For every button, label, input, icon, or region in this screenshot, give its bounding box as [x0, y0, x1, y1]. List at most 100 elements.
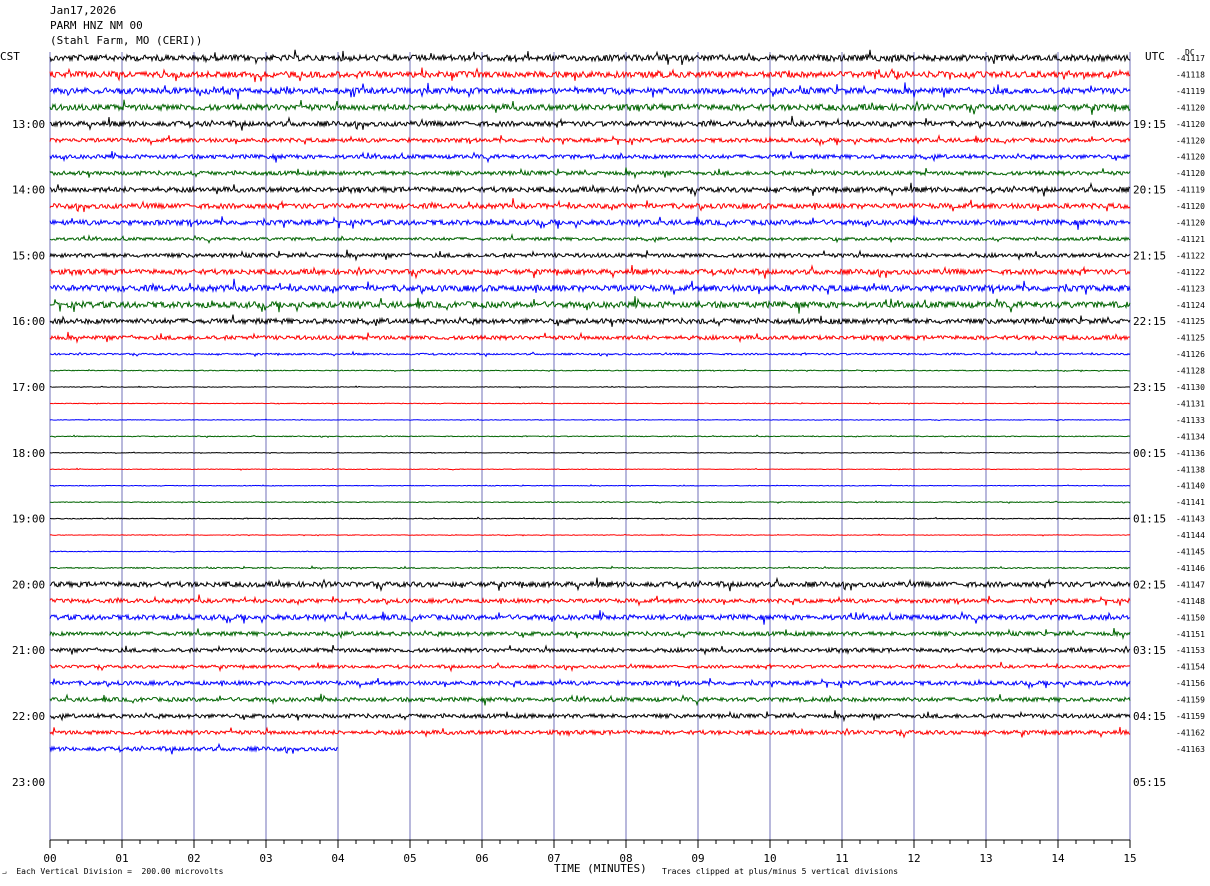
seismic-trace — [49, 576, 1131, 593]
x-tick-label: 02 — [187, 852, 200, 865]
dc-offset-label: -41153 — [1176, 646, 1205, 655]
dc-offset-label: -41144 — [1176, 531, 1205, 540]
dc-offset-label: -41120 — [1176, 219, 1205, 228]
cst-hour-label: 23:00 — [12, 776, 45, 789]
dc-offset-label: -41154 — [1176, 663, 1205, 672]
dc-offset-label: -41134 — [1176, 432, 1205, 441]
seismic-trace — [49, 434, 1131, 439]
seismic-trace — [49, 233, 1131, 244]
x-axis-title: TIME (MINUTES) — [554, 862, 647, 875]
dc-offset-label: -41159 — [1176, 712, 1205, 721]
seismic-trace — [49, 215, 1131, 230]
dc-offset-label: -41125 — [1176, 317, 1205, 326]
dc-offset-label: -41120 — [1176, 153, 1205, 162]
dc-offset-label: -41117 — [1176, 54, 1205, 63]
seismic-trace — [49, 677, 1131, 690]
dc-offset-label: -41138 — [1176, 465, 1205, 474]
seismic-trace — [49, 500, 1131, 504]
seismic-trace — [49, 181, 1131, 198]
cst-hour-label: 21:00 — [12, 644, 45, 657]
seismic-trace — [49, 628, 1131, 641]
dc-offset-label: -41120 — [1176, 103, 1205, 112]
seismic-trace — [49, 451, 1131, 455]
x-tick-label: 13 — [979, 852, 992, 865]
x-tick-label: 11 — [835, 852, 848, 865]
seismic-trace — [49, 115, 1131, 131]
utc-hour-label: 02:15 — [1133, 578, 1166, 591]
dc-offset-label: -41120 — [1176, 136, 1205, 145]
dc-offset-label: -41121 — [1176, 235, 1205, 244]
dc-offset-label: -41136 — [1176, 449, 1205, 458]
dc-offset-label: -41162 — [1176, 728, 1205, 737]
dc-offset-label: -41119 — [1176, 186, 1205, 195]
dc-offset-label: -41120 — [1176, 169, 1205, 178]
utc-hour-label: 22:15 — [1133, 315, 1166, 328]
cst-hour-label: 16:00 — [12, 315, 45, 328]
seismic-trace — [49, 331, 1131, 344]
seismic-trace — [49, 385, 1131, 389]
cst-hour-label: 22:00 — [12, 710, 45, 723]
cst-hour-label: 14:00 — [12, 184, 45, 197]
seismic-trace — [49, 314, 1131, 328]
utc-hour-label: 19:15 — [1133, 118, 1166, 131]
cst-hour-label: 19:00 — [12, 513, 45, 526]
dc-offset-label: -41120 — [1176, 202, 1205, 211]
dc-offset-label: -41125 — [1176, 334, 1205, 343]
dc-offset-label: -41146 — [1176, 564, 1205, 573]
dc-offset-label: -41140 — [1176, 482, 1205, 491]
seismic-trace — [49, 264, 1131, 280]
seismic-trace — [49, 167, 1131, 180]
x-tick-label: 10 — [763, 852, 776, 865]
x-tick-label: 12 — [907, 852, 920, 865]
seismic-trace — [49, 693, 1131, 707]
seismic-trace — [49, 49, 1131, 65]
seismic-trace — [49, 533, 1131, 537]
seismic-trace — [49, 710, 1131, 723]
seismic-trace — [49, 249, 1131, 262]
dc-offset-label: -41147 — [1176, 580, 1205, 589]
x-tick-label: 09 — [691, 852, 704, 865]
seismic-trace — [49, 368, 1131, 373]
dc-offset-label: -41151 — [1176, 630, 1205, 639]
utc-hour-label: 21:15 — [1133, 249, 1166, 262]
clip-note: Traces clipped at plus/minus 5 vertical … — [662, 867, 899, 876]
dc-offset-label: -41130 — [1176, 383, 1205, 392]
seismic-trace — [49, 134, 1131, 147]
dc-offset-label: -41159 — [1176, 696, 1205, 705]
dc-offset-label: -41141 — [1176, 498, 1205, 507]
cst-hour-label: 13:00 — [12, 118, 45, 131]
seismic-trace — [49, 594, 1131, 607]
dc-offset-label: -41156 — [1176, 679, 1205, 688]
seismic-trace — [49, 726, 1131, 739]
utc-hour-label: 04:15 — [1133, 710, 1166, 723]
x-tick-label: 05 — [403, 852, 416, 865]
utc-hour-label: 03:15 — [1133, 644, 1166, 657]
seismic-trace — [50, 278, 1131, 295]
seismic-trace — [49, 198, 1131, 213]
x-tick-label: 04 — [331, 852, 345, 865]
seismic-trace — [49, 644, 1131, 656]
seismic-trace — [49, 82, 1131, 100]
scale-note: ⨼ Each Vertical Division = 200.00 microv… — [2, 867, 224, 876]
cst-hour-label: 17:00 — [12, 381, 45, 394]
x-tick-label: 00 — [43, 852, 56, 865]
seismic-trace — [49, 67, 1131, 83]
seismic-trace — [49, 350, 1131, 358]
x-tick-label: 03 — [259, 852, 272, 865]
seismic-trace — [49, 565, 1131, 571]
dc-offset-label: -41122 — [1176, 251, 1205, 260]
seismic-trace — [49, 296, 1131, 314]
x-tick-label: 01 — [115, 852, 128, 865]
dc-offset-label: -41124 — [1176, 301, 1205, 310]
scale-note-mark: ⨼ — [2, 867, 7, 876]
dc-offset-label: -41145 — [1176, 548, 1205, 557]
dc-offset-label: -41123 — [1176, 284, 1205, 293]
utc-hour-label: 05:15 — [1133, 776, 1166, 789]
dc-offset-label: -41120 — [1176, 120, 1205, 129]
dc-offset-label: -41131 — [1176, 399, 1205, 408]
dc-offset-label: -41122 — [1176, 268, 1205, 277]
utc-hour-label: 23:15 — [1133, 381, 1166, 394]
seismic-trace — [49, 401, 1131, 405]
seismic-trace — [49, 610, 1131, 625]
seismic-trace — [49, 484, 1131, 488]
